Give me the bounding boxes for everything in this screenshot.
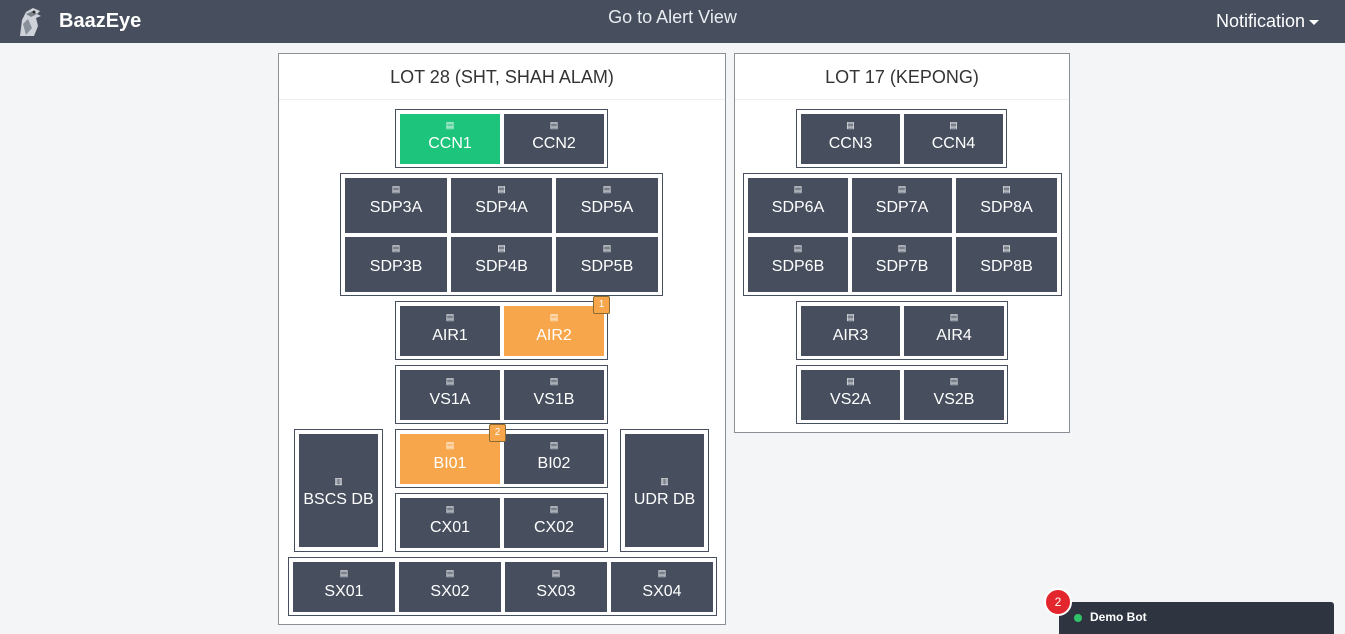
- server-icon: ▤: [445, 376, 455, 386]
- server-icon: ▤: [897, 184, 907, 194]
- node-air3[interactable]: ▤ AIR3: [801, 306, 900, 356]
- node-sdp7a[interactable]: ▤ SDP7A: [852, 178, 952, 233]
- lot17-panel: LOT 17 (KEPONG) ▤ CCN3 ▤ CCN4 ▤ SDP6A ▤ SDP7…: [734, 53, 1070, 433]
- lot28-sdp-group: ▤ SDP3A ▤ SDP4A ▤ SDP5A ▤ SDP3B ▤ SDP4B ▤ SDP5…: [340, 173, 663, 296]
- server-icon: ▤: [391, 243, 401, 253]
- server-icon: ▤: [549, 440, 559, 450]
- server-icon: ▤: [549, 312, 559, 322]
- server-icon: ▤: [549, 504, 559, 514]
- server-icon: ▤: [497, 184, 506, 194]
- server-icon: ▤: [846, 376, 855, 386]
- database-icon: ▥: [334, 476, 343, 486]
- notification-label: Notification: [1215, 11, 1305, 31]
- node-sx01[interactable]: ▤ SX01: [293, 562, 395, 612]
- server-icon: ▤: [391, 184, 401, 194]
- node-ccn2[interactable]: ▤ CCN2: [504, 114, 604, 164]
- server-icon: ▤: [445, 504, 455, 514]
- caret-down-icon: [1309, 19, 1319, 25]
- lot17-title: LOT 17 (KEPONG): [735, 54, 1069, 100]
- server-icon: ▤: [602, 243, 612, 253]
- chatbot-unread-badge[interactable]: 2: [1044, 588, 1072, 616]
- air2-alert-badge[interactable]: 1: [593, 296, 610, 314]
- server-icon: ▤: [793, 184, 803, 194]
- node-sdp3b[interactable]: ▤ SDP3B: [345, 237, 447, 292]
- node-sdp8a[interactable]: ▤ SDP8A: [956, 178, 1057, 233]
- bi01-alert-badge[interactable]: 2: [489, 424, 506, 442]
- lot17-sdp-group: ▤ SDP6A ▤ SDP7A ▤ SDP8A ▤ SDP6B ▤ SDP7B ▤ SDP8…: [743, 173, 1062, 296]
- server-icon: ▤: [497, 243, 506, 253]
- server-icon: ▤: [949, 312, 959, 322]
- node-sdp8b[interactable]: ▤ SDP8B: [956, 237, 1057, 292]
- server-icon: ▤: [445, 312, 455, 322]
- node-sdp6a[interactable]: ▤ SDP6A: [748, 178, 848, 233]
- lot17-vs-group: ▤ VS2A ▤ VS2B: [796, 365, 1008, 424]
- alert-view-link-wrap: Go to Alert View: [0, 7, 1345, 28]
- server-icon: ▤: [549, 376, 559, 386]
- node-cx02[interactable]: ▤ CX02: [504, 498, 604, 548]
- lot28-vs-group: ▤ VS1A ▤ VS1B: [395, 365, 608, 424]
- node-ccn1[interactable]: ▤ CCN1: [400, 114, 500, 164]
- node-air4[interactable]: ▤ AIR4: [904, 306, 1004, 356]
- node-sdp6b[interactable]: ▤ SDP6B: [748, 237, 848, 292]
- node-ccn4[interactable]: ▤ CCN4: [904, 114, 1003, 164]
- node-vs2b[interactable]: ▤ VS2B: [904, 370, 1004, 420]
- node-air1[interactable]: ▤ AIR1: [400, 306, 500, 356]
- node-sdp3a[interactable]: ▤ SDP3A: [345, 178, 447, 233]
- node-vs1a[interactable]: ▤ VS1A: [400, 370, 500, 420]
- server-icon: ▤: [445, 120, 455, 130]
- lot28-air-group: ▤ AIR1 ▤ AIR2: [395, 301, 608, 360]
- node-cx01[interactable]: ▤ CX01: [400, 498, 500, 548]
- server-icon: ▤: [549, 120, 559, 130]
- server-icon: ▤: [445, 568, 455, 578]
- lot28-sx-group: ▤ SX01 ▤ SX02 ▤ SX03 ▤ SX04: [288, 557, 717, 616]
- server-icon: ▤: [339, 568, 349, 578]
- server-icon: ▤: [445, 440, 455, 450]
- server-icon: ▤: [657, 568, 667, 578]
- chatbot-launcher[interactable]: Demo Bot: [1059, 602, 1334, 634]
- node-sdp7b[interactable]: ▤ SDP7B: [852, 237, 952, 292]
- node-vs1b[interactable]: ▤ VS1B: [504, 370, 604, 420]
- lot28-bscs-group: ▥ BSCS DB: [294, 429, 383, 552]
- go-to-alert-view-link[interactable]: Go to Alert View: [608, 7, 737, 27]
- node-sdp5a[interactable]: ▤ SDP5A: [556, 178, 658, 233]
- node-ccn3[interactable]: ▤ CCN3: [801, 114, 900, 164]
- server-icon: ▤: [846, 312, 855, 322]
- lot28-udr-group: ▥ UDR DB: [620, 429, 709, 552]
- lot28-ccn-group: ▤ CCN1 ▤ CCN2: [395, 109, 608, 168]
- server-icon: ▤: [551, 568, 561, 578]
- node-sx03[interactable]: ▤ SX03: [505, 562, 607, 612]
- node-sx02[interactable]: ▤ SX02: [399, 562, 501, 612]
- server-icon: ▤: [897, 243, 907, 253]
- node-vs2a[interactable]: ▤ VS2A: [801, 370, 900, 420]
- node-bscs-db[interactable]: ▥ BSCS DB: [299, 434, 378, 547]
- node-air2[interactable]: ▤ AIR2: [504, 306, 604, 356]
- database-icon: ▥: [660, 476, 669, 486]
- node-udr-db[interactable]: ▥ UDR DB: [625, 434, 704, 547]
- lot17-ccn-group: ▤ CCN3 ▤ CCN4: [796, 109, 1007, 168]
- lot17-air-group: ▤ AIR3 ▤ AIR4: [796, 301, 1008, 360]
- node-sdp4a[interactable]: ▤ SDP4A: [451, 178, 552, 233]
- node-sx04[interactable]: ▤ SX04: [611, 562, 713, 612]
- server-icon: ▤: [793, 243, 803, 253]
- top-navbar: BaazEye Go to Alert View Notification: [0, 0, 1345, 43]
- lot28-panel: LOT 28 (SHT, SHAH ALAM) ▤ CCN1 ▤ CCN2 ▤ SDP…: [278, 53, 726, 625]
- server-icon: ▤: [602, 184, 612, 194]
- notification-dropdown[interactable]: Notification: [1216, 11, 1319, 32]
- node-sdp4b[interactable]: ▤ SDP4B: [451, 237, 552, 292]
- server-icon: ▤: [1002, 243, 1011, 253]
- online-status-icon: [1074, 614, 1082, 622]
- server-icon: ▤: [949, 120, 958, 130]
- lot28-cx-group: ▤ CX01 ▤ CX02: [395, 493, 608, 552]
- server-icon: ▤: [949, 376, 959, 386]
- server-icon: ▤: [846, 120, 855, 130]
- server-icon: ▤: [1002, 184, 1011, 194]
- node-bi01[interactable]: ▤ BI01: [400, 434, 500, 484]
- node-bi02[interactable]: ▤ BI02: [504, 434, 604, 484]
- chatbot-name: Demo Bot: [1090, 610, 1147, 624]
- lot28-title: LOT 28 (SHT, SHAH ALAM): [279, 54, 725, 100]
- node-sdp5b[interactable]: ▤ SDP5B: [556, 237, 658, 292]
